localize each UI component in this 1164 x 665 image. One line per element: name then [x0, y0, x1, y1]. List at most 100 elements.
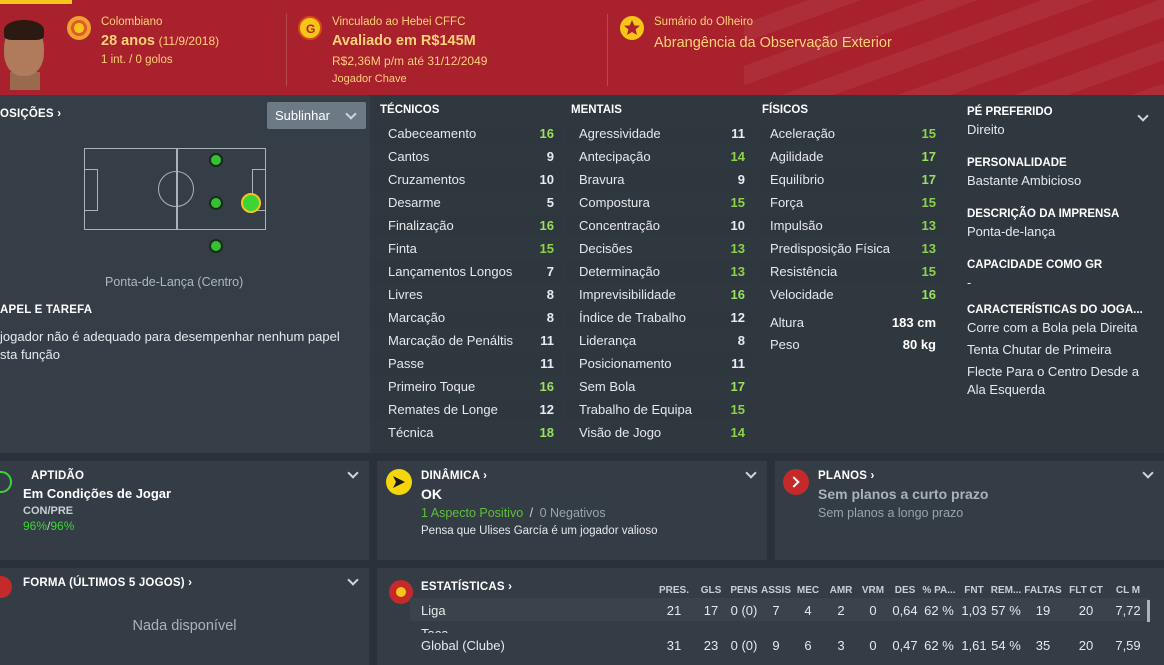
stats-column-header[interactable]: PENS — [730, 585, 757, 596]
attribute-value: 12 — [539, 402, 554, 417]
attribute-row[interactable]: Cruzamentos 10 — [374, 168, 562, 191]
attribute-row[interactable]: Resistência 15 — [756, 260, 944, 283]
attribute-name: Cantos — [388, 149, 430, 164]
attribute-row[interactable]: Determinação 13 — [565, 260, 753, 283]
stats-cell: 7 — [772, 603, 780, 618]
attribute-name: Livres — [388, 287, 423, 302]
stats-column-header[interactable]: FALTAS — [1024, 585, 1061, 596]
international-caps[interactable]: 1 int. / 0 golos — [101, 54, 173, 66]
stats-column-header[interactable]: AMR — [830, 585, 853, 596]
stats-cell: 9 — [772, 638, 780, 653]
chevron-down-icon[interactable] — [1142, 467, 1154, 479]
chevron-right-icon — [783, 469, 809, 495]
stats-cell: 0,47 — [892, 638, 918, 653]
attribute-row[interactable]: Técnica 18 — [374, 421, 562, 444]
stats-column-header[interactable]: PRES. — [659, 585, 689, 596]
attribute-row[interactable]: Sem Bola 17 — [565, 375, 753, 398]
attribute-row[interactable]: Imprevisibilidade 16 — [565, 283, 753, 306]
gk-ability: - — [967, 275, 972, 290]
attribute-row[interactable]: Passe 11 — [374, 352, 562, 375]
scout-summary[interactable]: Abrangência da Observação Exterior — [654, 35, 892, 51]
attribute-row[interactable]: Primeiro Toque 16 — [374, 375, 562, 398]
plans-title[interactable]: PLANOS › — [818, 470, 875, 482]
traits-title[interactable]: CARACTERÍSTICAS DO JOGA... — [967, 304, 1157, 316]
stats-cell: 20 — [1078, 638, 1094, 653]
chevron-down-icon[interactable] — [347, 467, 359, 479]
attribute-row[interactable]: Cabeceamento 16 — [374, 122, 562, 145]
attribute-name: Desarme — [388, 195, 441, 210]
attribute-row[interactable]: Desarme 5 — [374, 191, 562, 214]
chevron-down-icon[interactable] — [347, 574, 359, 586]
club-contract[interactable]: Vinculado ao Hebei CFFC — [332, 16, 465, 28]
scrollbar[interactable] — [1147, 600, 1150, 622]
stats-cell: 21 — [666, 603, 682, 618]
attribute-row[interactable]: Livres 8 — [374, 283, 562, 306]
attribute-row[interactable]: Agilidade 17 — [756, 145, 944, 168]
attribute-row[interactable]: Posicionamento 11 — [565, 352, 753, 375]
attribute-row[interactable]: Predisposição Física 13 — [756, 237, 944, 260]
attribute-value: 11 — [540, 356, 554, 371]
attribute-value: 5 — [546, 195, 554, 210]
stats-column-header[interactable]: MEC — [797, 585, 819, 596]
attribute-name: Decisões — [579, 241, 633, 256]
attribute-row[interactable]: Velocidade 16 — [756, 283, 944, 306]
attribute-row[interactable]: Remates de Longe 12 — [374, 398, 562, 421]
stats-column-header[interactable]: GLS — [701, 585, 722, 596]
player-header: Colombiano 28 anos (11/9/2018) 1 int. / … — [0, 0, 1164, 95]
stats-column-header[interactable]: CL M — [1116, 585, 1140, 596]
form-title[interactable]: FORMA (ÚLTIMOS 5 JOGOS) › — [23, 577, 192, 589]
press-title: DESCRIÇÃO DA IMPRENSA — [967, 208, 1120, 220]
position-pitch — [84, 148, 266, 230]
chevron-down-icon[interactable] — [745, 467, 757, 479]
positive-aspects[interactable]: 1 Aspecto Positivo — [421, 506, 523, 520]
dynamics-title[interactable]: DINÂMICA › — [421, 470, 487, 482]
positions-title[interactable]: OSIÇÕES › — [0, 108, 61, 120]
dynamics-value: OK — [421, 486, 442, 502]
attribute-row[interactable]: Finta 15 — [374, 237, 562, 260]
stats-column-header[interactable]: DES — [895, 585, 916, 596]
attribute-row[interactable]: Aceleração 15 — [756, 122, 944, 145]
statistics-title[interactable]: ESTATÍSTICAS › — [421, 581, 512, 593]
attribute-row[interactable]: Lançamentos Longos 7 — [374, 260, 562, 283]
attribute-name: Determinação — [579, 264, 660, 279]
highlight-dropdown[interactable]: Sublinhar — [267, 102, 366, 129]
attribute-name: Finta — [388, 241, 417, 256]
attribute-row[interactable]: Antecipação 14 — [565, 145, 753, 168]
press-description: Ponta-de-lança — [967, 224, 1056, 239]
attribute-row[interactable]: Concentração 10 — [565, 214, 753, 237]
attribute-value: 7 — [546, 264, 554, 279]
attribute-row[interactable]: Marcação 8 — [374, 306, 562, 329]
attribute-row[interactable]: Equilíbrio 17 — [756, 168, 944, 191]
attribute-row[interactable]: Visão de Jogo 14 — [565, 421, 753, 444]
stats-column-header[interactable]: % PA... — [922, 585, 955, 596]
position-dot — [209, 239, 223, 253]
stats-row-label: Liga — [421, 603, 446, 618]
match-fitness-value: 96% — [50, 519, 75, 533]
stats-cell: 0 — [869, 638, 877, 653]
attribute-row[interactable]: Força 15 — [756, 191, 944, 214]
attribute-row[interactable]: Marcação de Penáltis 11 — [374, 329, 562, 352]
attribute-value: 9 — [546, 149, 554, 164]
attribute-row[interactable]: Bravura 9 — [565, 168, 753, 191]
attribute-value: 16 — [921, 287, 936, 302]
attribute-row[interactable]: Decisões 13 — [565, 237, 753, 260]
attribute-row[interactable]: Agressividade 11 — [565, 122, 753, 145]
negative-aspects[interactable]: 0 Negativos — [540, 506, 606, 520]
stats-column-header[interactable]: ASSIS — [761, 585, 791, 596]
stats-column-header[interactable]: VRM — [862, 585, 884, 596]
attribute-row[interactable]: Finalização 16 — [374, 214, 562, 237]
attribute-row[interactable]: Trabalho de Equipa 15 — [565, 398, 753, 421]
attribute-row[interactable]: Índice de Trabalho 12 — [565, 306, 753, 329]
attribute-row[interactable]: Compostura 15 — [565, 191, 753, 214]
stats-column-header[interactable]: FLT CT — [1069, 585, 1103, 596]
stats-cell: 1,61 — [961, 638, 987, 653]
stats-column-header[interactable]: FNT — [964, 585, 983, 596]
attribute-name: Impulsão — [770, 218, 823, 233]
attribute-value: 12 — [730, 310, 745, 325]
stats-column-header[interactable]: REM... — [991, 585, 1022, 596]
player-info: PÉ PREFERIDO Direito PERSONALIDADE Basta… — [967, 106, 1157, 399]
attribute-row[interactable]: Liderança 8 — [565, 329, 753, 352]
stats-cell: 54 % — [991, 638, 1021, 653]
attribute-row[interactable]: Impulsão 13 — [756, 214, 944, 237]
attribute-row[interactable]: Cantos 9 — [374, 145, 562, 168]
